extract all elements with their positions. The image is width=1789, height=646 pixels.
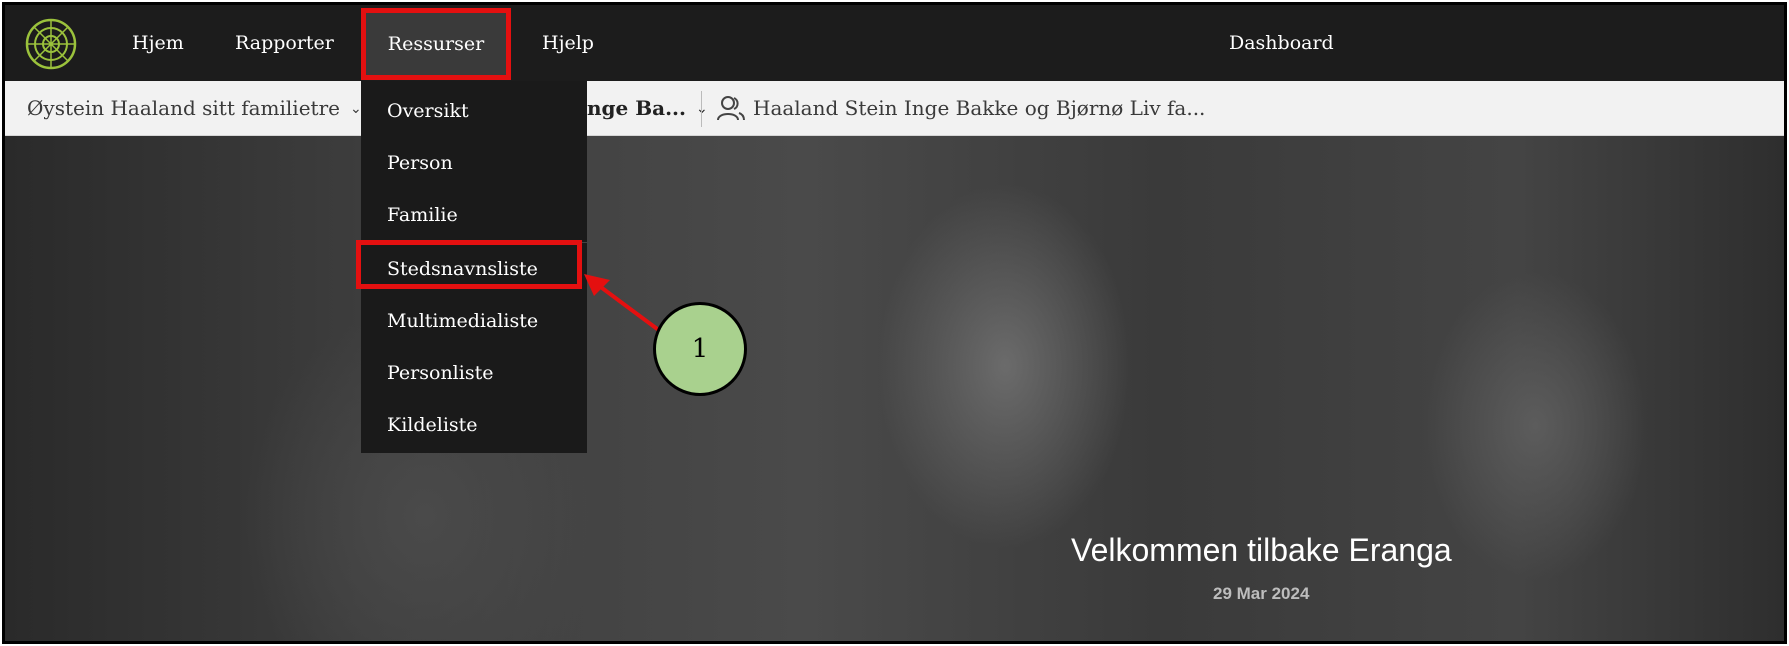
- people-icon: [717, 96, 745, 121]
- family-selector[interactable]: Haaland Stein Inge Bakke og Bjørnø Liv f…: [753, 81, 1205, 135]
- menu-item-person-list[interactable]: Personliste: [361, 347, 587, 399]
- app-window: Hjem Rapporter Ressurser Hjelp Dashboard…: [2, 2, 1787, 644]
- menu-item-place-list[interactable]: Stedsnavnsliste: [361, 243, 587, 295]
- nav-help[interactable]: Hjelp: [542, 5, 594, 81]
- welcome-date: 29 Mar 2024: [1213, 584, 1310, 603]
- menu-item-source-list[interactable]: Kildeliste: [361, 399, 587, 451]
- person-selector-label: nge Ba...: [587, 96, 686, 120]
- nav-resources-label: Ressurser: [387, 33, 485, 55]
- top-nav-bar: Hjem Rapporter Ressurser Hjelp Dashboard: [5, 5, 1784, 81]
- menu-item-person[interactable]: Person: [361, 137, 587, 189]
- nav-reports[interactable]: Rapporter: [235, 5, 334, 81]
- context-bar: Øystein Haaland sitt familietre ⌄ nge Ba.…: [5, 81, 1784, 136]
- chevron-down-icon: ⌄: [349, 101, 362, 117]
- step-callout: 1: [653, 302, 747, 396]
- tree-selector[interactable]: Øystein Haaland sitt familietre ⌄: [27, 81, 362, 138]
- menu-item-overview[interactable]: Oversikt: [361, 85, 587, 137]
- nav-dashboard[interactable]: Dashboard: [1229, 5, 1334, 81]
- menu-item-media-list[interactable]: Multimedialiste: [361, 295, 587, 347]
- nav-home[interactable]: Hjem: [132, 5, 184, 81]
- hero-banner: Velkommen tilbake Eranga 29 Mar 2024: [5, 136, 1784, 641]
- tree-logo-icon[interactable]: [24, 17, 78, 71]
- nav-resources[interactable]: Ressurser: [361, 8, 511, 80]
- divider: [701, 91, 702, 127]
- person-selector[interactable]: nge Ba...⌄: [587, 81, 708, 138]
- welcome-message: Velkommen tilbake Eranga: [1071, 532, 1452, 568]
- resources-dropdown: Oversikt Person Familie Stedsnavnsliste …: [361, 81, 587, 453]
- tree-selector-label: Øystein Haaland sitt familietre: [27, 96, 340, 120]
- menu-item-family[interactable]: Familie: [361, 189, 587, 241]
